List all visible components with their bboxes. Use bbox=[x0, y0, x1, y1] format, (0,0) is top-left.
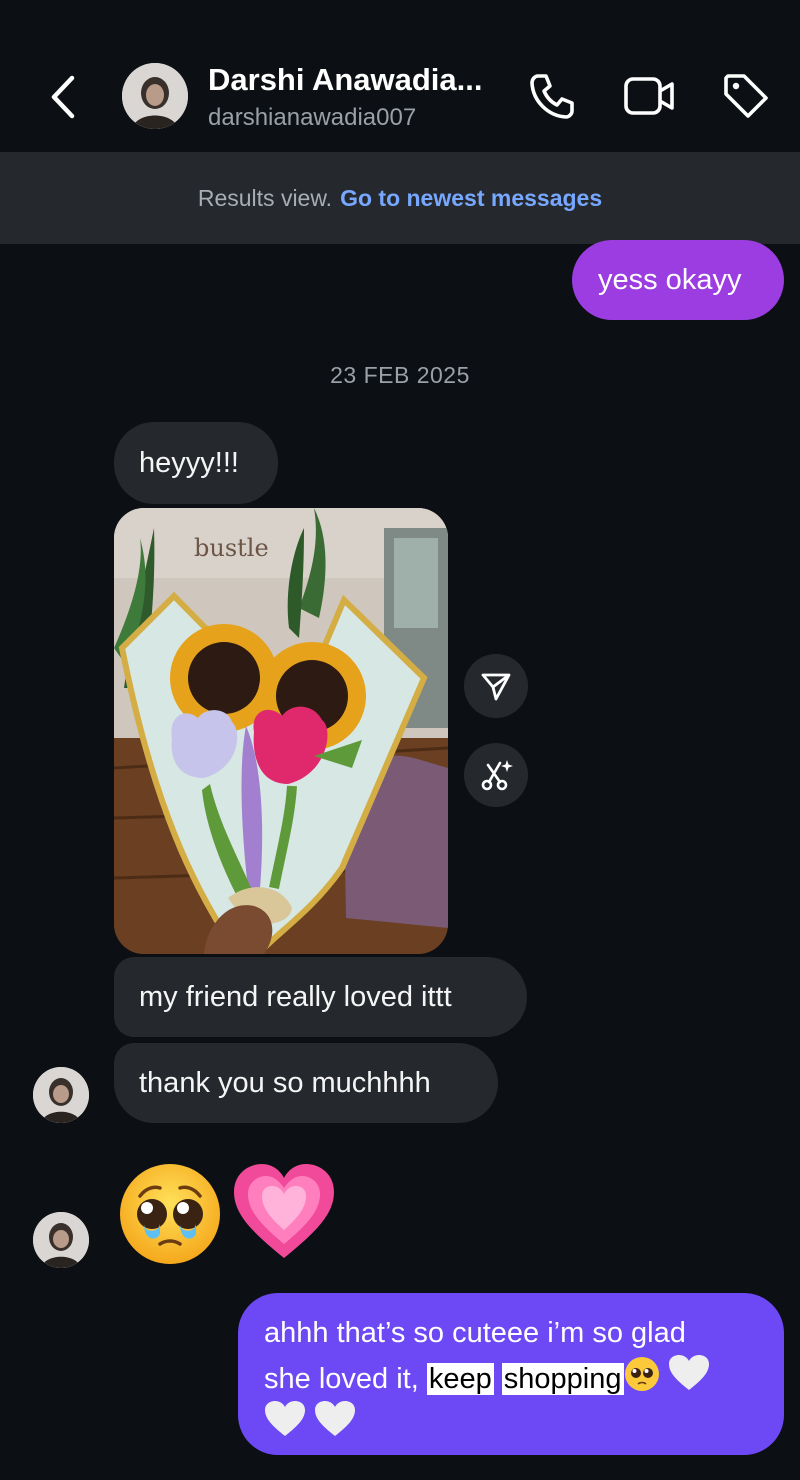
white-heart-icon bbox=[315, 1401, 356, 1436]
sender-avatar[interactable] bbox=[33, 1067, 89, 1123]
sender-avatar[interactable] bbox=[33, 1212, 89, 1268]
results-view-banner: Results view. Go to newest messages bbox=[0, 152, 800, 244]
contact-avatar[interactable] bbox=[122, 63, 188, 129]
shared-photo[interactable]: bustle bbox=[114, 508, 448, 954]
video-call-icon[interactable] bbox=[623, 70, 675, 122]
phone-icon[interactable] bbox=[526, 70, 578, 122]
scissors-sparkle-icon bbox=[481, 760, 513, 791]
message-text: she loved it, bbox=[264, 1363, 419, 1395]
white-heart-icon bbox=[668, 1355, 709, 1390]
highlighted-search-term: keep bbox=[426, 1363, 494, 1395]
incoming-message[interactable]: my friend really loved ittt bbox=[114, 957, 527, 1037]
white-heart-icon bbox=[265, 1401, 305, 1436]
outgoing-message[interactable]: yess okayy bbox=[572, 240, 784, 320]
banner-text: Results view. bbox=[197, 184, 333, 211]
message-text: heyyy!!! bbox=[139, 447, 239, 479]
tag-icon[interactable] bbox=[720, 70, 772, 122]
chat-header: Darshi Anawadia... darshianawadia007 bbox=[0, 0, 800, 152]
send-icon bbox=[481, 673, 511, 701]
incoming-message[interactable]: heyyy!!! bbox=[114, 422, 278, 504]
message-text: yess okayy bbox=[598, 264, 742, 296]
message-line: ahhh that’s so cuteee i’m so glad bbox=[264, 1317, 686, 1349]
incoming-message[interactable]: thank you so muchhhh bbox=[114, 1043, 498, 1123]
date-separator: 23 FEB 2025 bbox=[330, 362, 470, 388]
message-text: thank you so muchhhh bbox=[139, 1067, 431, 1099]
growing-heart-emoji-icon[interactable] bbox=[232, 1162, 336, 1262]
outgoing-message[interactable]: ahhh that’s so cuteee i’m so glad she lo… bbox=[238, 1293, 784, 1455]
pleading-face-emoji-icon bbox=[624, 1357, 659, 1391]
pleading-face-emoji-icon[interactable] bbox=[118, 1162, 222, 1266]
message-text: my friend really loved ittt bbox=[139, 981, 452, 1013]
message-line bbox=[264, 1400, 758, 1446]
cutout-button[interactable] bbox=[464, 743, 528, 807]
contact-name[interactable]: Darshi Anawadia... bbox=[208, 62, 483, 98]
go-to-newest-link[interactable]: Go to newest messages bbox=[340, 185, 602, 212]
contact-username: darshianawadia007 bbox=[208, 104, 417, 131]
back-chevron-icon[interactable] bbox=[40, 70, 90, 124]
highlighted-search-term: shopping bbox=[501, 1363, 624, 1395]
message-line: she loved it, keep shopping bbox=[264, 1354, 758, 1400]
wall-sign-text: bustle bbox=[194, 534, 269, 562]
share-button[interactable] bbox=[464, 654, 528, 718]
